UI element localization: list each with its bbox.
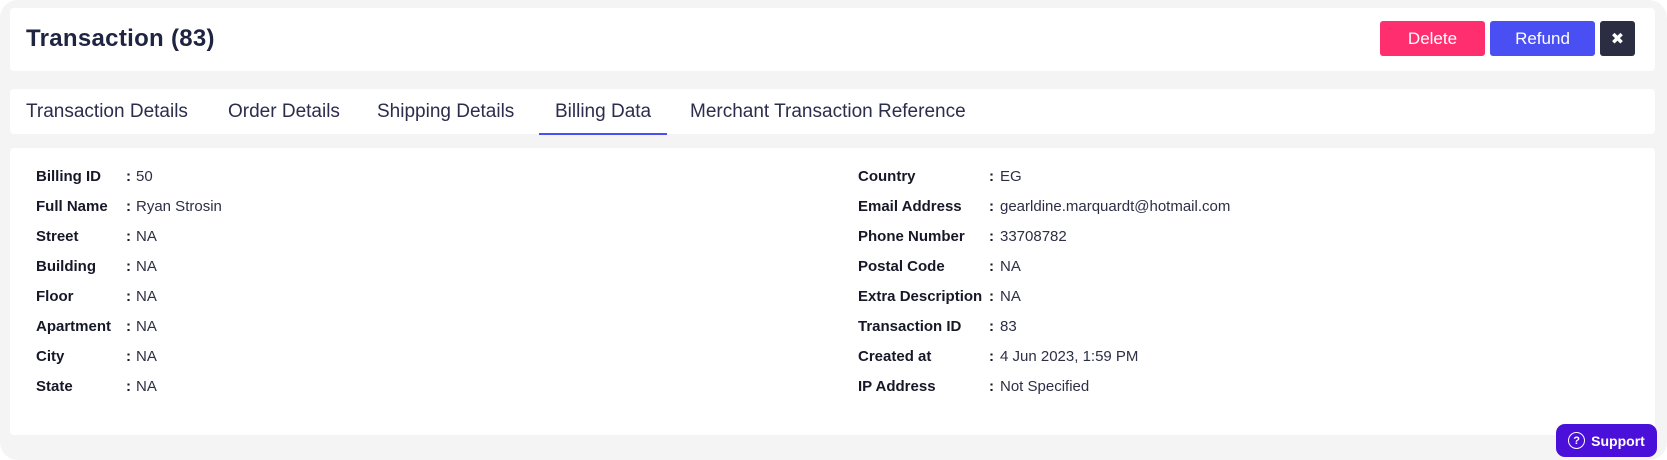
detail-row: Full Name : Ryan Strosin [36,198,222,222]
tab-order-details[interactable]: Order Details [228,89,340,134]
detail-value: 33708782 [1000,228,1067,245]
detail-label: Email Address [858,198,962,215]
header-bar: Transaction (83) Delete Refund ✖ [10,8,1655,71]
detail-separator: : [126,378,131,395]
close-icon: ✖ [1610,30,1625,48]
detail-row: IP Address : Not Specified [858,378,1089,402]
detail-label: City [36,348,65,365]
detail-label: Street [36,228,79,245]
detail-separator: : [989,168,994,185]
detail-row: Transaction ID : 83 [858,318,1017,342]
detail-value: 83 [1000,318,1017,335]
detail-label: State [36,378,73,395]
detail-label: Transaction ID [858,318,962,335]
detail-separator: : [989,288,994,305]
detail-value: 50 [136,168,153,185]
detail-row: State : NA [36,378,157,402]
detail-row: Email Address : gearldine.marquardt@hotm… [858,198,1230,222]
detail-separator: : [126,228,131,245]
detail-label: Country [858,168,916,185]
detail-row: Created at : 4 Jun 2023, 1:59 PM [858,348,1138,372]
close-button[interactable]: ✖ [1600,21,1635,56]
detail-value: gearldine.marquardt@hotmail.com [1000,198,1231,215]
detail-label: Building [36,258,96,275]
detail-label: Extra Description [858,288,983,305]
detail-value: NA [136,228,157,245]
detail-value: Ryan Strosin [136,198,222,215]
detail-separator: : [126,348,131,365]
detail-label: Phone Number [858,228,965,245]
detail-separator: : [989,198,994,215]
detail-row: Billing ID : 50 [36,168,153,192]
detail-value: NA [136,288,157,305]
detail-separator: : [126,168,131,185]
page-background: Transaction (83) Delete Refund ✖ Transac… [0,0,1667,460]
tab-shipping-details[interactable]: Shipping Details [377,89,514,134]
detail-row: Building : NA [36,258,157,282]
detail-value: NA [136,258,157,275]
detail-separator: : [989,378,994,395]
detail-label: Postal Code [858,258,945,275]
detail-separator: : [989,228,994,245]
detail-label: Created at [858,348,932,365]
detail-value: 4 Jun 2023, 1:59 PM [1000,348,1139,365]
delete-button[interactable]: Delete [1380,21,1485,56]
tab-merchant-transaction-reference[interactable]: Merchant Transaction Reference [690,89,966,134]
detail-row: Postal Code : NA [858,258,1021,282]
detail-label: Billing ID [36,168,101,185]
detail-separator: : [989,318,994,335]
tab-bar: Transaction Details Order Details Shippi… [10,89,1655,135]
detail-row: Street : NA [36,228,157,252]
detail-separator: : [126,318,131,335]
detail-label: IP Address [858,378,936,395]
detail-row: Extra Description : NA [858,288,1021,312]
support-button[interactable]: ? Support [1556,424,1657,457]
detail-row: Country : EG [858,168,1022,192]
detail-value: NA [136,378,157,395]
detail-row: Floor : NA [36,288,157,312]
help-icon: ? [1568,432,1586,449]
detail-separator: : [126,288,131,305]
detail-separator: : [126,198,131,215]
detail-label: Full Name [36,198,108,215]
detail-value: NA [136,318,157,335]
detail-row: Phone Number : 33708782 [858,228,1067,252]
detail-row: City : NA [36,348,157,372]
detail-value: NA [1000,258,1021,275]
detail-value: Not Specified [1000,378,1090,395]
detail-separator: : [126,258,131,275]
billing-details-panel: Billing ID : 50 Full Name : Ryan Strosin… [10,148,1655,435]
support-label: Support [1591,432,1645,449]
detail-label: Floor [36,288,74,305]
detail-value: NA [136,348,157,365]
detail-separator: : [989,348,994,365]
detail-label: Apartment [36,318,112,335]
page-title: Transaction (83) [26,25,215,52]
tab-transaction-details[interactable]: Transaction Details [26,89,188,134]
detail-separator: : [989,258,994,275]
tab-billing-data[interactable]: Billing Data [538,89,668,135]
refund-button[interactable]: Refund [1490,21,1595,56]
detail-value: EG [1000,168,1022,185]
detail-row: Apartment : NA [36,318,157,342]
detail-value: NA [1000,288,1021,305]
